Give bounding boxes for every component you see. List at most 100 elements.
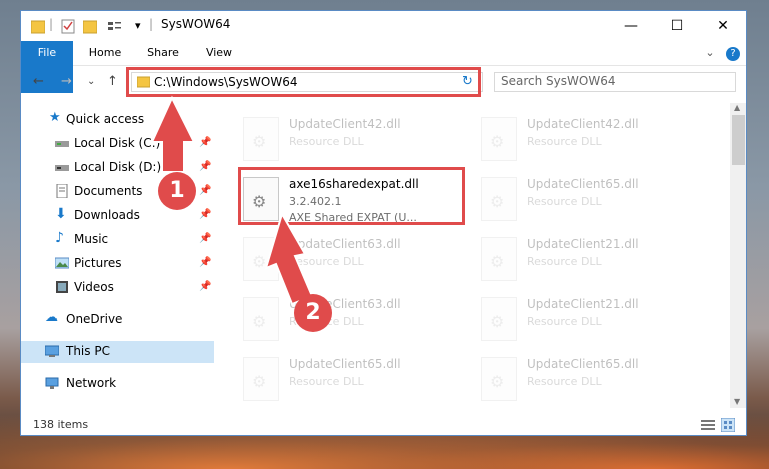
details-view-icon[interactable]: [701, 419, 715, 431]
pin-icon: 📌: [199, 209, 212, 220]
file-item[interactable]: ⚙ UpdateClient63.dll Resource DLL: [243, 295, 463, 347]
ribbon-expand-icon[interactable]: ⌄: [703, 41, 717, 65]
maximize-button[interactable]: ☐: [654, 11, 700, 41]
back-button[interactable]: ←: [33, 74, 44, 89]
file-description: Resource DLL: [527, 135, 602, 148]
nav-item-pictures[interactable]: Pictures 📌: [21, 253, 214, 275]
file-item[interactable]: ⚙ UpdateClient65.dll Resource DLL: [243, 355, 463, 407]
pictures-icon: [55, 257, 69, 269]
nav-item-music[interactable]: ♪ Music 📌: [21, 229, 214, 251]
file-description: Resource DLL: [527, 375, 602, 388]
nav-item-network[interactable]: Network: [21, 373, 214, 395]
large-icons-view-icon[interactable]: [721, 418, 735, 432]
address-highlight: [126, 67, 481, 97]
file-item[interactable]: ⚙ UpdateClient65.dll Resource DLL: [481, 175, 701, 227]
pin-icon: 📌: [199, 161, 212, 172]
dll-file-icon: ⚙: [243, 357, 279, 401]
item-count: 138 items: [33, 418, 89, 431]
scroll-up-arrow-icon[interactable]: ▲: [734, 103, 740, 112]
file-item[interactable]: ⚙ UpdateClient63.dll Resource DLL: [243, 235, 463, 287]
nav-item-downloads[interactable]: ⬇ Downloads 📌: [21, 205, 214, 227]
nav-item-label: Local Disk (C:): [74, 136, 161, 150]
gear-icon: ⚙: [490, 132, 505, 151]
drive-icon: [55, 165, 69, 171]
file-highlight: [238, 167, 465, 225]
recent-locations-button[interactable]: ⌄: [87, 76, 95, 87]
nav-item-local-disk-c[interactable]: Local Disk (C:) 📌: [21, 133, 214, 155]
dll-file-icon: ⚙: [243, 237, 279, 281]
new-folder-icon[interactable]: [83, 17, 97, 35]
videos-icon: [56, 281, 68, 293]
window-title: SysWOW64: [161, 17, 231, 31]
gear-icon: ⚙: [490, 372, 505, 391]
music-icon: ♪: [55, 230, 64, 246]
status-bar: 138 items: [21, 414, 746, 435]
tab-home[interactable]: Home: [83, 41, 127, 65]
nav-item-label: Downloads: [74, 208, 140, 222]
nav-item-label: Local Disk (D:): [74, 160, 162, 174]
file-name: UpdateClient42.dll: [527, 117, 639, 131]
gear-icon: ⚙: [490, 252, 505, 271]
file-item[interactable]: ⚙ UpdateClient42.dll Resource DLL: [481, 115, 701, 167]
file-name: UpdateClient21.dll: [527, 237, 639, 251]
explorer-window: | ▾ | SysWOW64 — ☐ ✕ File Home Share Vie…: [20, 10, 747, 436]
dll-file-icon: ⚙: [481, 237, 517, 281]
scrollbar-thumb[interactable]: [732, 115, 745, 165]
navigation-pane: ★ Quick access Local Disk (C:) 📌 Local D…: [21, 103, 214, 403]
properties-icon[interactable]: [61, 17, 75, 35]
nav-item-label: Videos: [74, 280, 114, 294]
dll-file-icon: ⚙: [481, 357, 517, 401]
search-input[interactable]: Search SysWOW64: [494, 72, 736, 92]
separator: |: [149, 17, 154, 31]
customize-icon[interactable]: [107, 17, 123, 35]
gear-icon: ⚙: [490, 312, 505, 331]
minimize-button[interactable]: —: [608, 11, 654, 41]
help-icon: ?: [726, 47, 740, 61]
nav-item-label: Network: [66, 376, 117, 390]
gear-icon: ⚙: [252, 132, 267, 151]
file-name: UpdateClient63.dll: [289, 237, 401, 251]
scroll-down-arrow-icon[interactable]: ▼: [734, 397, 740, 406]
nav-item-label: Quick access: [66, 112, 145, 126]
gear-icon: ⚙: [252, 252, 267, 271]
file-list: ⚙ UpdateClient42.dll Resource DLL ⚙ Upda…: [231, 103, 731, 403]
file-name: UpdateClient65.dll: [527, 177, 639, 191]
close-button[interactable]: ✕: [700, 11, 746, 41]
step-1-badge: 1: [158, 172, 196, 210]
nav-item-label: Music: [74, 232, 109, 246]
dll-file-icon: ⚙: [481, 177, 517, 221]
file-description: Resource DLL: [289, 375, 364, 388]
dll-file-icon: ⚙: [481, 117, 517, 161]
file-item[interactable]: ⚙ UpdateClient42.dll Resource DLL: [243, 115, 463, 167]
help-button[interactable]: ?: [725, 41, 741, 65]
tab-view[interactable]: View: [199, 41, 239, 65]
file-name: UpdateClient21.dll: [527, 297, 639, 311]
pin-icon: 📌: [199, 257, 212, 268]
up-button[interactable]: ↑: [107, 74, 118, 89]
file-description: Resource DLL: [289, 135, 364, 148]
documents-icon: [56, 184, 68, 198]
downloads-icon: ⬇: [55, 206, 67, 222]
nav-item-label: This PC: [66, 344, 110, 358]
nav-item-videos[interactable]: Videos 📌: [21, 277, 214, 299]
forward-button[interactable]: →: [61, 74, 72, 89]
gear-icon: ⚙: [490, 192, 505, 211]
nav-item-onedrive[interactable]: ☁ OneDrive: [21, 309, 214, 331]
tab-share[interactable]: Share: [143, 41, 183, 65]
address-row: ← → ⌄ ↑ C:\Windows\SysWOW64 ↻ Search Sys…: [21, 66, 746, 98]
separator: |: [49, 17, 54, 31]
network-icon: [45, 377, 59, 389]
vertical-scrollbar[interactable]: ▲ ▼: [730, 103, 746, 408]
dropdown-arrow-icon[interactable]: ▾: [135, 19, 141, 37]
file-item[interactable]: ⚙ UpdateClient21.dll Resource DLL: [481, 295, 701, 347]
folder-icon: [31, 20, 45, 34]
file-name: UpdateClient42.dll: [289, 117, 401, 131]
nav-item-this-pc[interactable]: This PC: [21, 341, 214, 363]
file-item[interactable]: ⚙ UpdateClient65.dll Resource DLL: [481, 355, 701, 407]
nav-item-quick-access[interactable]: ★ Quick access: [21, 109, 214, 131]
file-description: Resource DLL: [527, 195, 602, 208]
pin-icon: 📌: [199, 233, 212, 244]
dll-file-icon: ⚙: [481, 297, 517, 341]
onedrive-icon: ☁: [45, 310, 58, 325]
file-item[interactable]: ⚙ UpdateClient21.dll Resource DLL: [481, 235, 701, 287]
